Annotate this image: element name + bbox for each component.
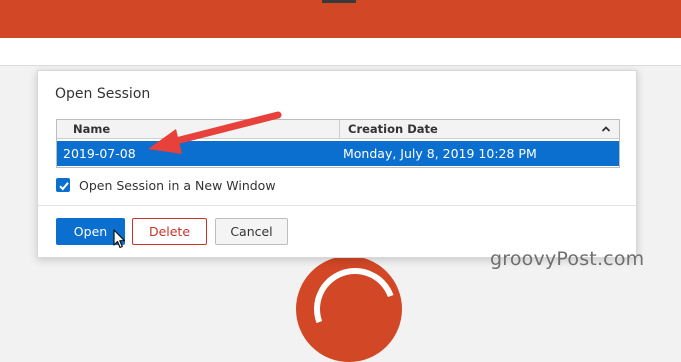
column-header-name[interactable]: Name — [73, 122, 110, 136]
chevron-up-icon[interactable] — [600, 123, 612, 135]
watermark: groovyPost.com — [490, 248, 645, 270]
toolbar-strip — [0, 38, 681, 66]
cancel-button[interactable]: Cancel — [215, 218, 288, 245]
window-notch — [322, 0, 356, 3]
delete-button[interactable]: Delete — [132, 218, 207, 245]
column-header-creation-date[interactable]: Creation Date — [348, 122, 438, 136]
new-window-checkbox-label[interactable]: Open Session in a New Window — [79, 178, 276, 193]
logo-swirl-icon — [300, 256, 402, 362]
session-name-cell: 2019-07-08 — [63, 146, 136, 161]
checkmark-icon — [59, 182, 69, 191]
annotation-arrow-icon — [148, 111, 282, 154]
column-divider[interactable] — [339, 120, 340, 139]
open-session-dialog: Open Session Name Creation Date 2019-07-… — [37, 70, 637, 258]
background-logo — [296, 256, 402, 362]
session-date-cell: Monday, July 8, 2019 10:28 PM — [343, 146, 537, 161]
new-window-checkbox[interactable] — [56, 178, 70, 192]
app-title-bar — [0, 0, 681, 38]
dialog-title: Open Session — [55, 86, 151, 102]
mouse-cursor-icon — [113, 229, 126, 249]
footer-divider — [38, 205, 636, 206]
